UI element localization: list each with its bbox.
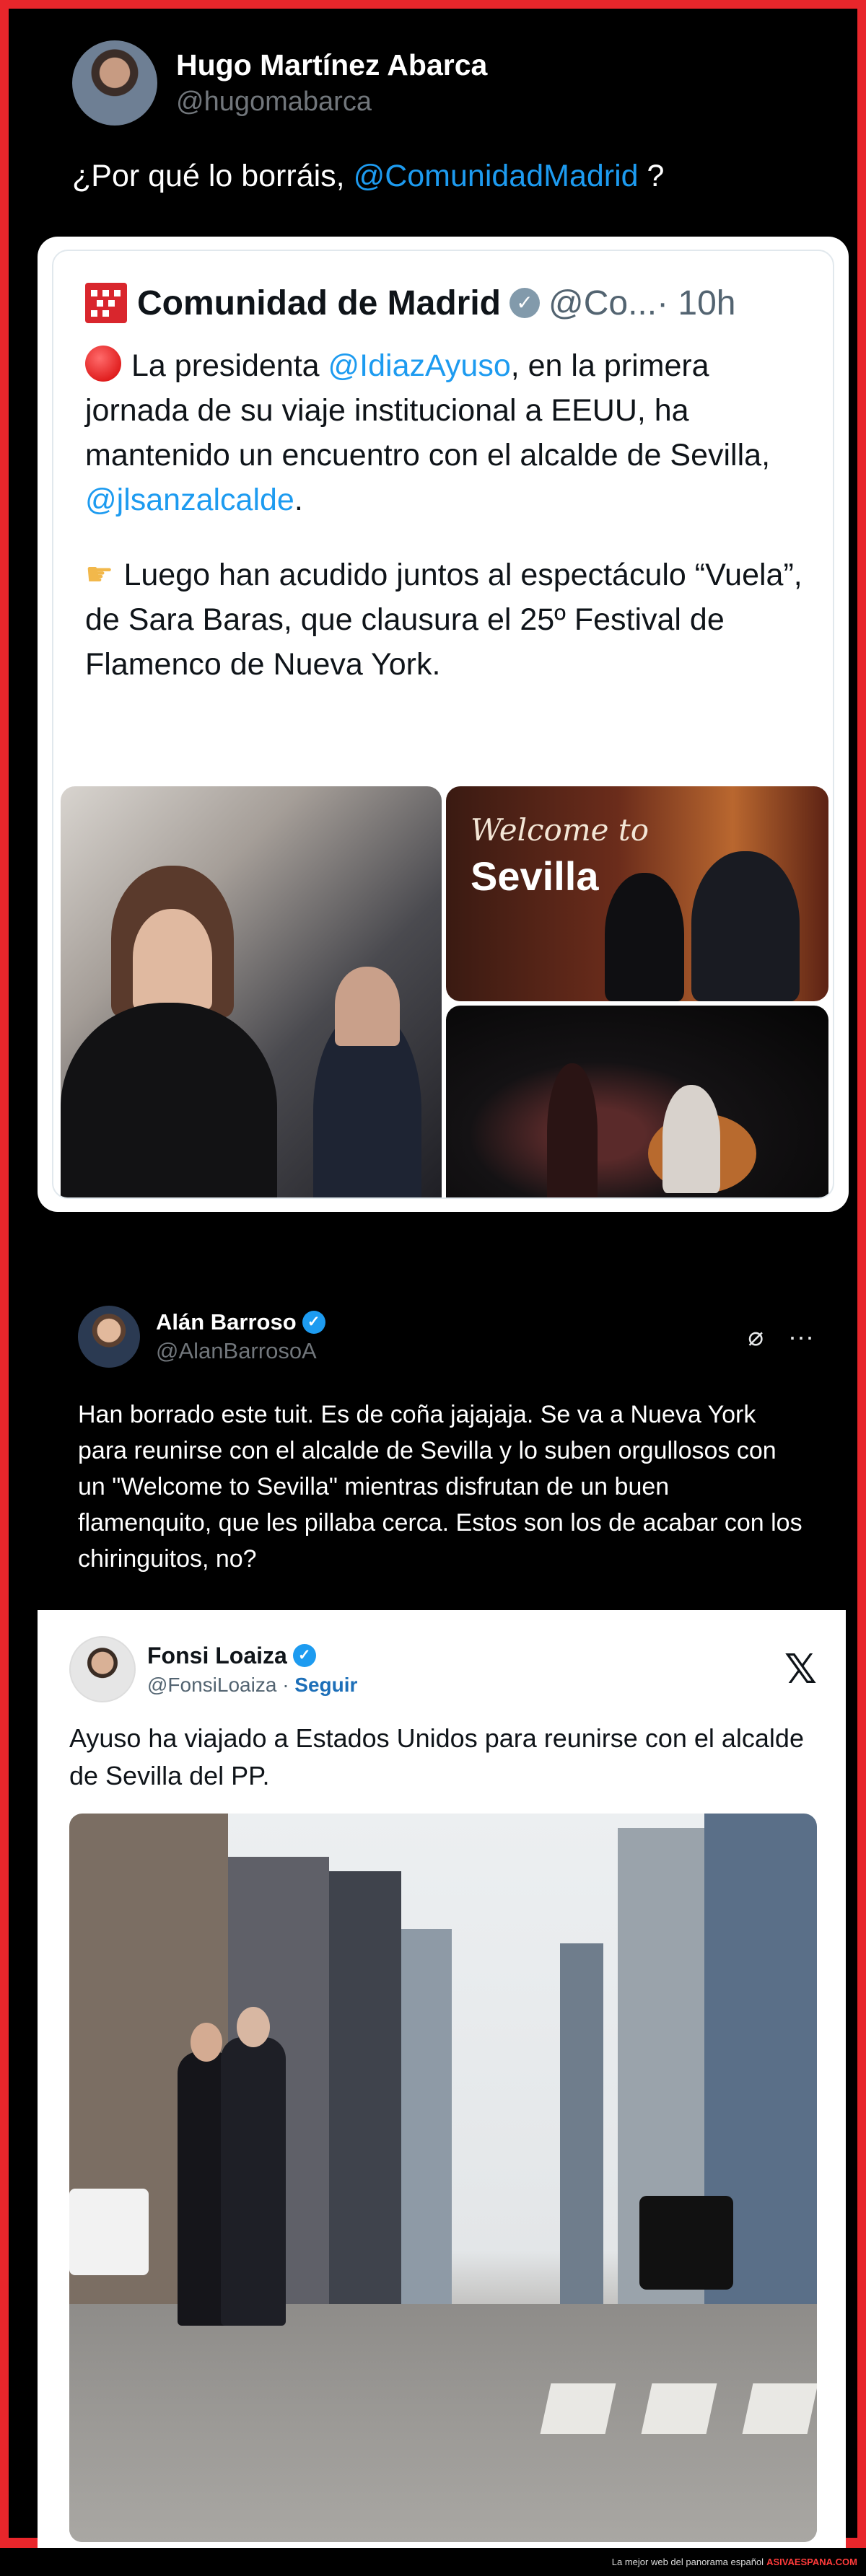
quoted-photo-grid: Welcome to Sevilla <box>61 786 828 1197</box>
post2-author-handle[interactable]: @AlanBarrosoA <box>156 1338 748 1364</box>
red-frame: Hugo Martínez Abarca @hugomabarca ¿Por q… <box>0 0 866 2557</box>
embedded-author-handle[interactable]: @FonsiLoaiza <box>147 1674 276 1696</box>
post2-author: Alán Barroso ✓ @AlanBarrosoA <box>156 1309 748 1364</box>
photo-building <box>329 1871 401 2304</box>
quoted-tweet: Comunidad de Madrid ✓ @Co... · 10h La pr… <box>52 250 834 1199</box>
embedded-photo-street <box>69 1814 817 2542</box>
quoted-p1-end: . <box>294 483 303 517</box>
x-logo-icon[interactable]: 𝕏 <box>784 1646 817 1693</box>
photo-crosswalk-stripe <box>540 2383 616 2434</box>
embedded-subline: @FonsiLoaiza · Seguir <box>147 1674 784 1697</box>
site-footer: La mejor web del panorama español ASIVAE… <box>0 2548 866 2576</box>
madrid-flag-icon <box>85 283 127 323</box>
embedded-tweet-text: Ayuso ha viajado a Estados Unidos para r… <box>69 1723 804 1790</box>
embedded-author-name[interactable]: Fonsi Loaiza <box>147 1643 287 1669</box>
embedded-author: Fonsi Loaiza ✓ @FonsiLoaiza · Seguir <box>147 1643 784 1697</box>
verified-badge-icon: ✓ <box>292 1644 316 1667</box>
photo-building <box>401 1929 452 2304</box>
photo-person-man-face <box>237 2007 270 2047</box>
post2-avatar[interactable] <box>78 1306 140 1368</box>
verified-badge-icon: ✓ <box>509 288 540 318</box>
post1-text-after: ? <box>638 159 665 193</box>
embedded-separator: · <box>282 1673 289 1696</box>
quoted-p1-before: La presidenta <box>131 348 328 383</box>
post2-author-name[interactable]: Alán Barroso <box>156 1309 297 1335</box>
quoted-p2-text: Luego han acudido juntos al espectáculo … <box>85 558 802 682</box>
post2-author-name-row: Alán Barroso ✓ <box>156 1309 748 1335</box>
photo-crosswalk-stripe <box>742 2383 817 2434</box>
post1-avatar[interactable] <box>72 40 157 126</box>
quoted-time: · 10h <box>657 283 736 322</box>
quoted-mention-alcalde: @jlsanzalcalde <box>85 483 294 517</box>
photo-figure-body <box>61 1003 277 1197</box>
quoted-tweet-header: Comunidad de Madrid ✓ @Co... · 10h <box>85 283 736 323</box>
photo-flamenco-stage <box>446 1006 828 1197</box>
photo-welcome-sevilla: Welcome to Sevilla <box>446 786 828 1001</box>
post1-mention-link[interactable]: @ComunidadMadrid <box>354 159 639 193</box>
quoted-tweet-body: La presidenta @IdiazAyuso, en la primera… <box>85 343 814 717</box>
follow-button[interactable]: Seguir <box>294 1674 357 1696</box>
photo-person-man <box>221 2037 286 2326</box>
grok-icon[interactable]: ⌀ <box>748 1322 764 1352</box>
embedded-author-name-row: Fonsi Loaiza ✓ <box>147 1643 784 1669</box>
photo-figure-man-face <box>335 967 400 1046</box>
post1-text: ¿Por qué lo borráis, @ComunidadMadrid ? <box>72 159 664 194</box>
post1-author-name[interactable]: Hugo Martínez Abarca <box>176 48 487 82</box>
post1-author-handle[interactable]: @hugomabarca <box>176 87 487 118</box>
photo-sevilla-text: Sevilla <box>471 853 599 899</box>
more-icon[interactable]: ··· <box>788 1322 814 1352</box>
embedded-tweet-card[interactable]: Fonsi Loaiza ✓ @FonsiLoaiza · Seguir 𝕏 A… <box>38 1610 846 2557</box>
photo-figure-man <box>691 851 800 1001</box>
photo-building <box>560 1943 603 2304</box>
verified-badge-icon: ✓ <box>302 1311 325 1334</box>
footer-brand[interactable]: ASIVAESPANA.COM <box>766 2557 857 2567</box>
embedded-avatar[interactable] <box>69 1636 136 1702</box>
photo-crosswalk-stripe <box>641 2383 717 2434</box>
red-circle-icon <box>85 346 121 382</box>
quoted-account-name: Comunidad de Madrid <box>137 283 501 322</box>
photo-figure-dancer <box>547 1063 598 1197</box>
post1-author: Hugo Martínez Abarca @hugomabarca <box>176 48 487 118</box>
pointing-hand-icon: ☛ <box>85 557 114 592</box>
photo-person-woman-face <box>191 2023 222 2062</box>
quoted-mention-ayuso: @IdiazAyuso <box>328 348 511 383</box>
quoted-paragraph-1: La presidenta @IdiazAyuso, en la primera… <box>85 343 814 522</box>
photo-ayuso-street <box>61 786 442 1197</box>
quoted-account-handle: @Co... <box>548 283 657 322</box>
photo-figure-face <box>133 909 212 1010</box>
post2-header: Alán Barroso ✓ @AlanBarrosoA ⌀ ··· <box>78 1306 814 1368</box>
photo-welcome-script-text: Welcome to <box>471 812 650 848</box>
quoted-paragraph-2: ☛ Luego han acudido juntos al espectáculo… <box>85 553 814 687</box>
quoted-screenshot-card[interactable]: Comunidad de Madrid ✓ @Co... · 10h La pr… <box>38 237 849 1212</box>
photo-figure-woman <box>605 873 684 1001</box>
post2-text: Han borrado este tuit. Es de coña jajaja… <box>78 1401 802 1573</box>
footer-tagline: La mejor web del panorama español <box>611 2557 764 2567</box>
embedded-tweet-header: Fonsi Loaiza ✓ @FonsiLoaiza · Seguir 𝕏 <box>69 1636 817 1702</box>
post1-text-before: ¿Por qué lo borráis, <box>72 159 354 193</box>
photo-figure-guitarist <box>662 1085 720 1193</box>
post2-actions: ⌀ ··· <box>748 1322 814 1352</box>
post1-header: Hugo Martínez Abarca @hugomabarca <box>72 40 487 126</box>
photo-truck <box>69 2189 149 2275</box>
photo-van <box>639 2196 733 2290</box>
